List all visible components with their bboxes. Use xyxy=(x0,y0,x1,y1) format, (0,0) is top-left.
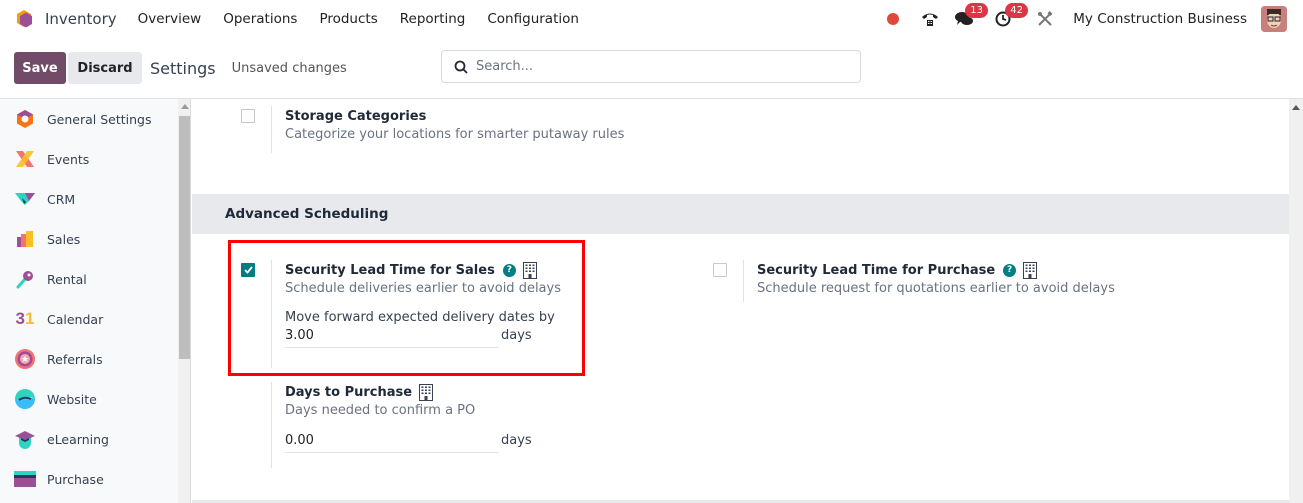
lead-time-sales-days-input[interactable] xyxy=(285,325,498,348)
sidebar-item-events[interactable]: Events xyxy=(0,139,178,179)
app-name: Inventory xyxy=(45,10,117,28)
user-avatar[interactable] xyxy=(1261,6,1287,32)
control-panel: Save Discard Settings Unsaved changes xyxy=(0,38,1303,98)
help-icon[interactable]: ? xyxy=(502,263,516,277)
discard-button[interactable]: Discard xyxy=(68,52,142,84)
calendar-icon: 31 xyxy=(15,309,35,328)
messages-badge: 13 xyxy=(965,3,989,18)
search-icon xyxy=(454,60,468,74)
days-to-purchase-unit: days xyxy=(501,433,532,448)
days-to-purchase-description: Days needed to confirm a PO xyxy=(285,403,476,418)
top-navbar: Inventory Overview Operations Products R… xyxy=(0,0,1303,38)
sidebar-scrollbar-thumb[interactable] xyxy=(179,116,190,359)
tools-icon[interactable] xyxy=(1037,11,1053,27)
lead-time-purchase-checkbox[interactable] xyxy=(713,263,727,277)
scroll-up-arrow-icon[interactable] xyxy=(181,104,189,109)
sidebar-item-general-settings[interactable]: General Settings xyxy=(0,99,178,139)
lead-time-sales-field-label: Move forward expected delivery dates by xyxy=(285,310,555,325)
menu-reporting[interactable]: Reporting xyxy=(400,11,466,27)
main-menu: Overview Operations Products Reporting C… xyxy=(127,11,590,27)
storage-categories-title: Storage Categories xyxy=(285,108,427,124)
setting-storage-categories: Storage Categories Categorize your locat… xyxy=(241,106,624,153)
sidebar-item-elearning[interactable]: eLearning xyxy=(0,419,178,459)
referrals-icon xyxy=(14,348,36,370)
settings-content: Storage Categories Categorize your locat… xyxy=(192,99,1289,503)
sidebar-item-website[interactable]: Website xyxy=(0,379,178,419)
settings-sidebar: General Settings Events CRM Sales Rental… xyxy=(0,99,178,503)
setting-lead-time-purchase: Security Lead Time for Purchase ? Schedu… xyxy=(713,260,1115,302)
content-scrollbar[interactable] xyxy=(1289,99,1303,503)
sidebar-item-purchase[interactable]: Purchase xyxy=(0,459,178,499)
website-icon xyxy=(14,388,36,410)
scroll-up-arrow-icon[interactable] xyxy=(1292,105,1300,110)
systray: 13 42 My Construction Business xyxy=(887,0,1287,38)
section-header-advanced-scheduling: Advanced Scheduling xyxy=(192,194,1289,234)
setting-days-to-purchase: Days to Purchase Days needed to confirm … xyxy=(241,382,532,468)
crm-icon xyxy=(14,188,36,210)
lead-time-sales-title: Security Lead Time for Sales xyxy=(285,262,495,278)
lead-time-purchase-description: Schedule request for quotations earlier … xyxy=(757,281,1115,296)
menu-operations[interactable]: Operations xyxy=(223,11,297,27)
days-to-purchase-input[interactable] xyxy=(285,430,498,453)
activities-icon[interactable]: 42 xyxy=(995,3,1029,27)
inventory-app-icon xyxy=(17,10,32,28)
sidebar-item-referrals[interactable]: Referrals xyxy=(0,339,178,379)
general-settings-icon xyxy=(14,108,36,130)
storage-categories-checkbox[interactable] xyxy=(241,109,255,123)
lead-time-purchase-title: Security Lead Time for Purchase xyxy=(757,262,996,278)
sidebar-item-sales[interactable]: Sales xyxy=(0,219,178,259)
elearning-icon xyxy=(14,428,36,450)
page-title: Settings xyxy=(150,58,216,78)
company-building-icon xyxy=(419,383,434,401)
days-to-purchase-title: Days to Purchase xyxy=(285,384,413,400)
lead-time-sales-checkbox[interactable] xyxy=(241,263,255,277)
menu-overview[interactable]: Overview xyxy=(138,11,202,27)
sales-icon xyxy=(14,228,36,250)
sidebar-item-crm[interactable]: CRM xyxy=(0,179,178,219)
setting-lead-time-sales: Security Lead Time for Sales ? Schedule … xyxy=(241,260,561,368)
purchase-icon xyxy=(14,468,36,490)
save-button[interactable]: Save xyxy=(14,52,66,84)
company-building-icon xyxy=(1023,261,1038,279)
search-input[interactable] xyxy=(476,59,836,74)
menu-products[interactable]: Products xyxy=(319,11,377,27)
search-box[interactable] xyxy=(441,50,861,83)
help-icon[interactable]: ? xyxy=(1003,263,1017,277)
menu-configuration[interactable]: Configuration xyxy=(487,11,579,27)
storage-categories-description: Categorize your locations for smarter pu… xyxy=(285,127,625,142)
messages-icon[interactable]: 13 xyxy=(955,3,989,27)
company-switcher[interactable]: My Construction Business xyxy=(1073,11,1247,27)
sidebar-item-calendar[interactable]: 31 Calendar xyxy=(0,299,178,339)
sidebar-scrollbar[interactable] xyxy=(178,99,191,503)
rental-icon xyxy=(14,268,36,290)
app-brand[interactable]: Inventory xyxy=(14,9,117,29)
unsaved-changes-status: Unsaved changes xyxy=(231,60,347,76)
company-building-icon xyxy=(522,261,537,279)
events-icon xyxy=(14,148,36,170)
checkmark-icon xyxy=(243,266,253,274)
activities-badge: 42 xyxy=(1005,3,1029,18)
phone-icon[interactable] xyxy=(921,11,939,27)
status-dot-icon[interactable] xyxy=(887,13,905,25)
sidebar-item-rental[interactable]: Rental xyxy=(0,259,178,299)
lead-time-sales-description: Schedule deliveries earlier to avoid del… xyxy=(285,281,561,296)
lead-time-sales-unit: days xyxy=(501,328,532,343)
